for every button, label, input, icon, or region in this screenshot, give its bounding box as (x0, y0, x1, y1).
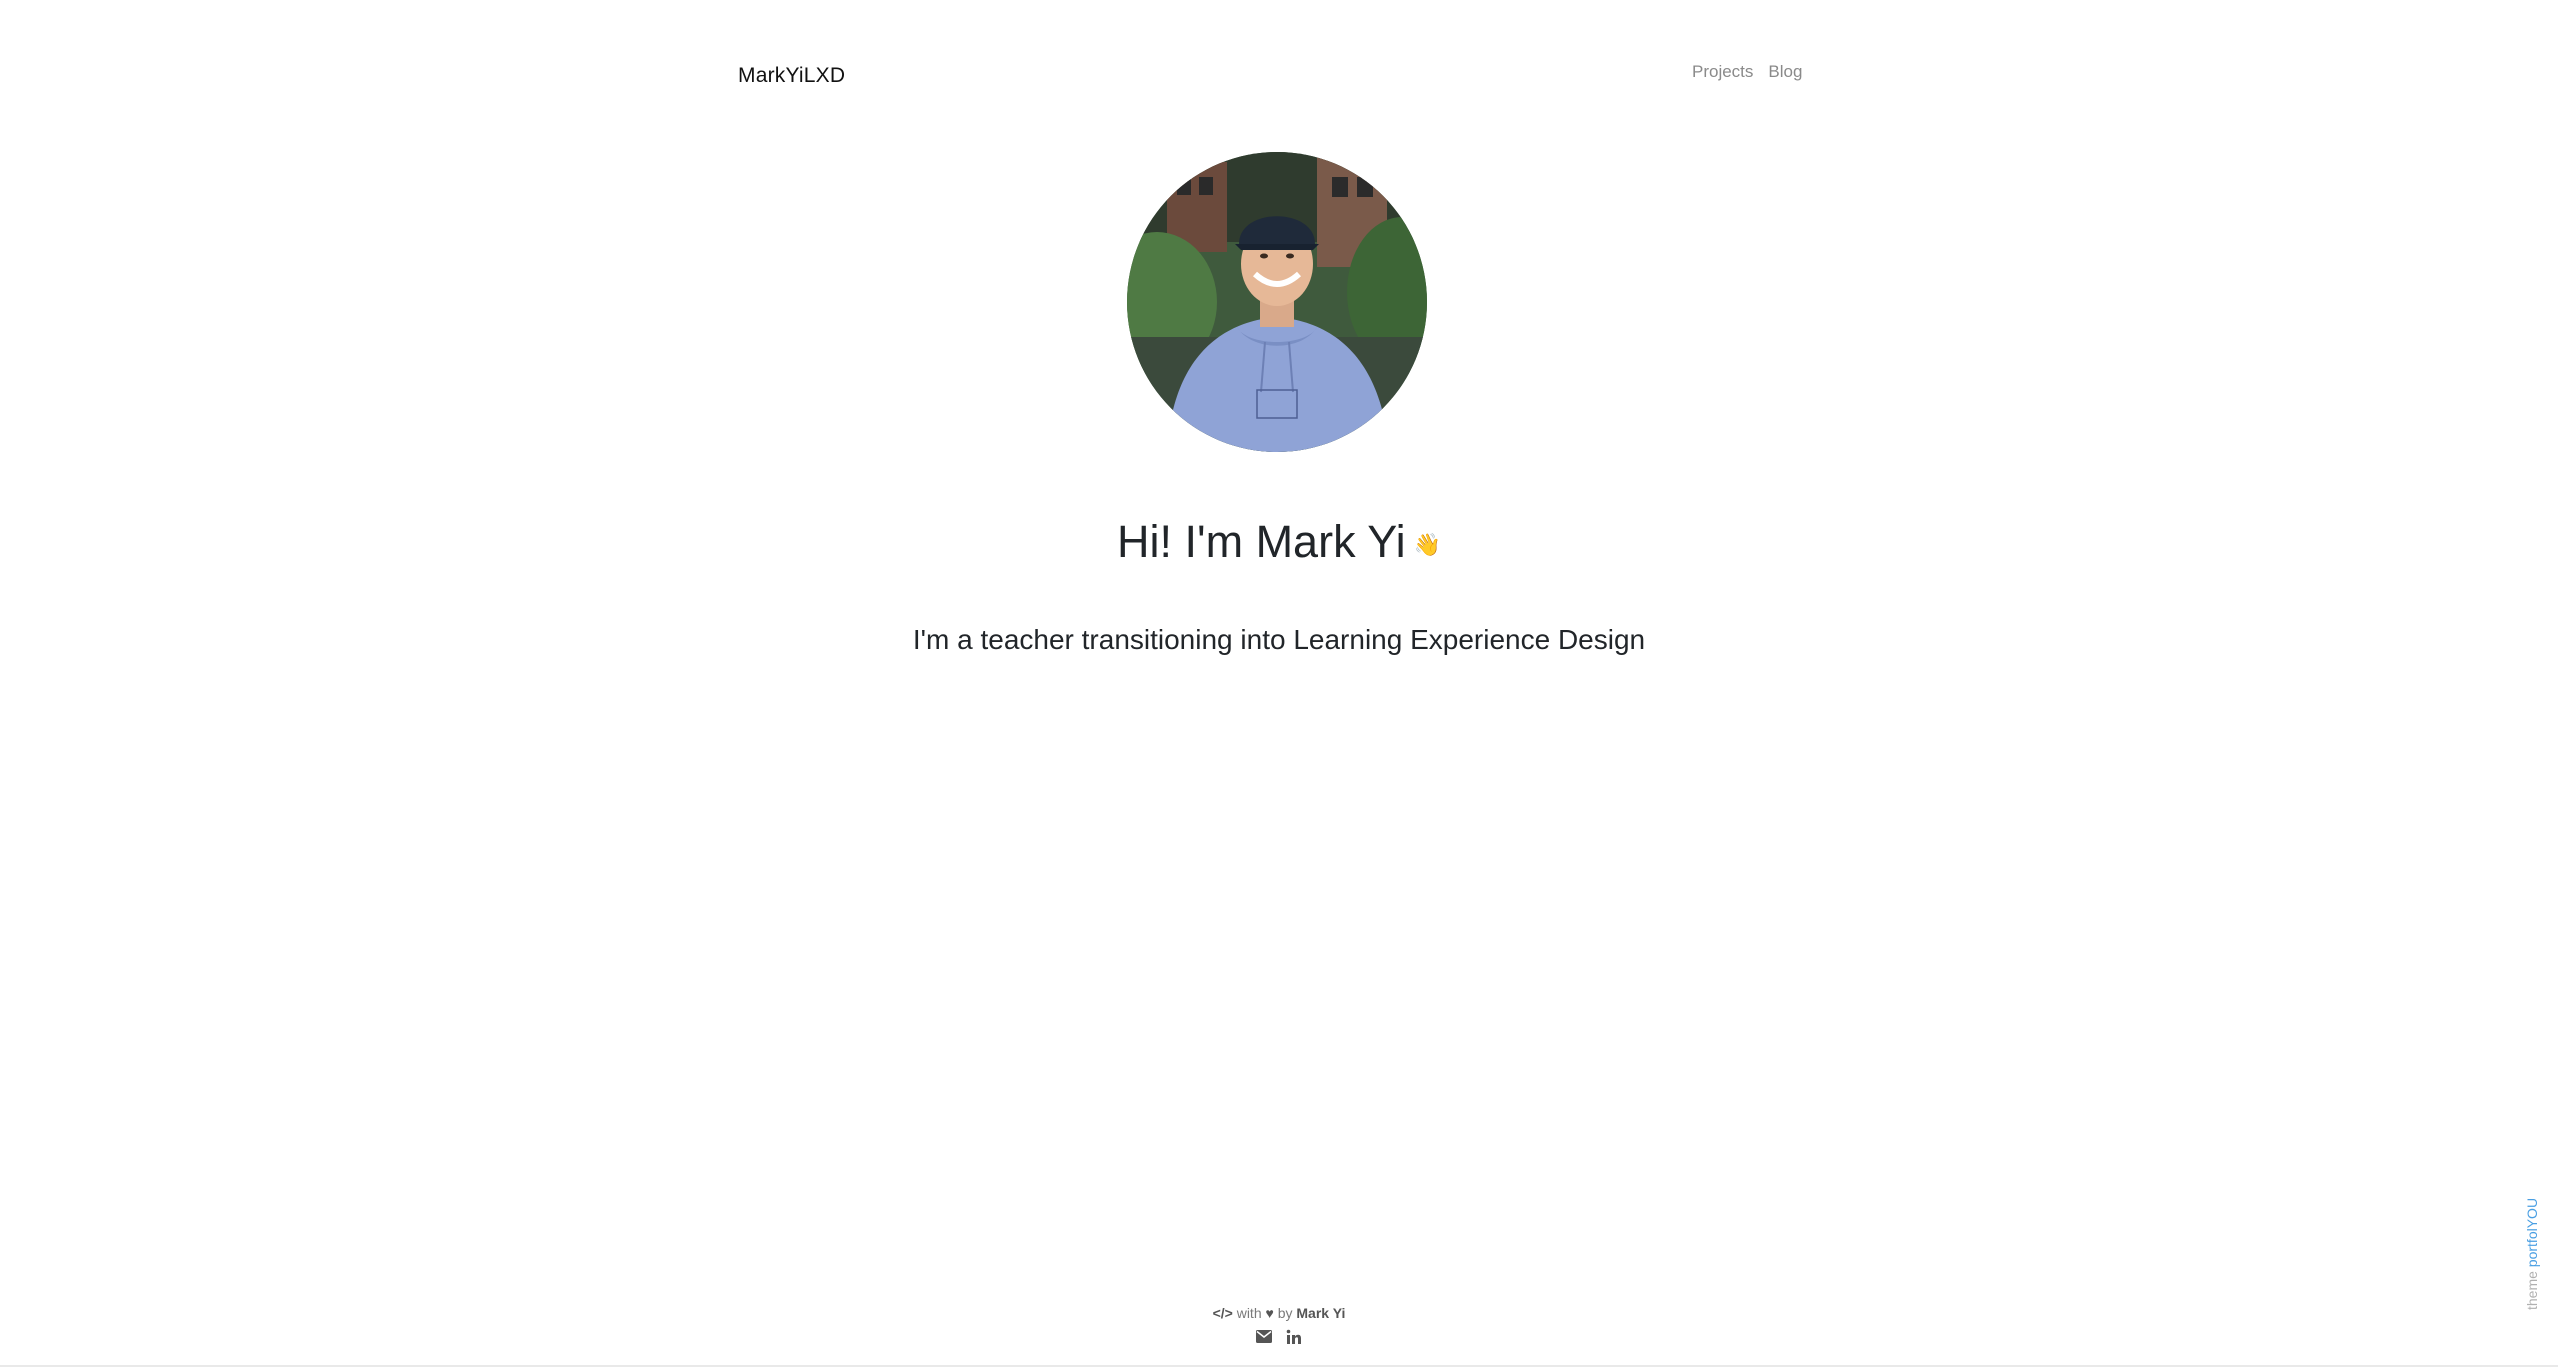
code-icon: </> (1212, 1305, 1233, 1321)
footer-credit: </> with ♥ by Mark Yi (0, 1305, 2558, 1321)
page-subtitle: I'm a teacher transitioning into Learnin… (912, 624, 1646, 655)
theme-link[interactable]: portfolYOU (2524, 1198, 2540, 1267)
profile-avatar (1127, 152, 1427, 452)
page: MarkYiLXD Projects Blog Hi! I'm Mark Yi … (0, 0, 2558, 1367)
theme-credit: theme portfolYOU (2524, 1198, 2540, 1310)
footer-author-link[interactable]: Mark Yi (1296, 1305, 1345, 1321)
profile-photo (1127, 152, 1427, 452)
footer-by-text: by (1277, 1305, 1293, 1321)
theme-prefix: theme (2524, 1271, 2540, 1310)
nav-projects-link[interactable]: Projects (1692, 62, 1753, 82)
envelope-icon[interactable] (1256, 1325, 1272, 1347)
headline-text: Hi! I'm Mark Yi (1116, 516, 1406, 567)
footer-with-text: with (1236, 1305, 1262, 1321)
main-nav: Projects Blog (1692, 62, 1802, 82)
social-links (0, 1325, 2558, 1347)
wave-hand-icon: 👋 (1413, 532, 1442, 558)
linkedin-icon[interactable] (1286, 1325, 1302, 1347)
page-title: Hi! I'm Mark Yi 👋 (0, 516, 2558, 568)
brand-link[interactable]: MarkYiLXD (738, 64, 845, 88)
heart-icon: ♥ (1265, 1305, 1274, 1321)
nav-blog-link[interactable]: Blog (1768, 62, 1802, 82)
